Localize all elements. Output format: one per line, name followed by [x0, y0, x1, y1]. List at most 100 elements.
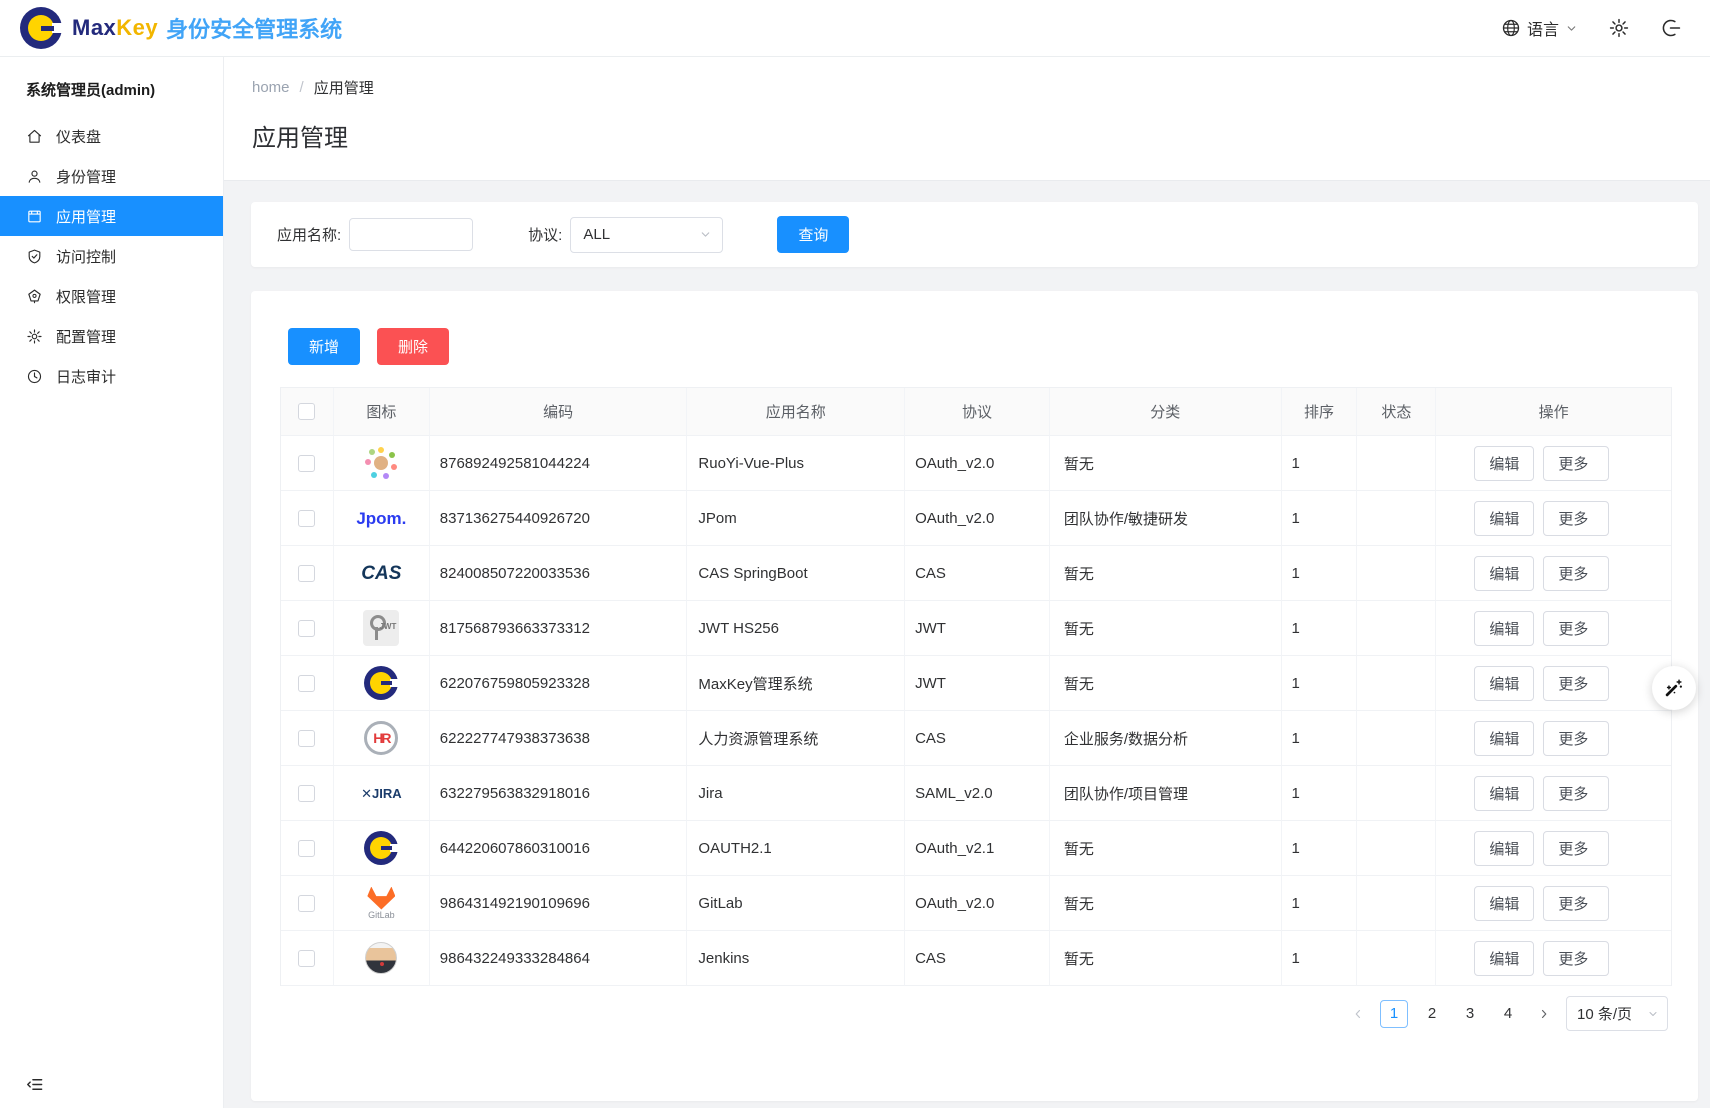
protocol-select-value: ALL	[583, 226, 610, 243]
table-row: 622076759805923328 MaxKey管理系统 JWT 暂无 1 编…	[281, 656, 1671, 711]
app-sort: 1	[1282, 491, 1358, 546]
sidebar-item-audit[interactable]: 日志审计	[0, 356, 223, 396]
page-button-2[interactable]: 2	[1418, 1000, 1446, 1028]
page-button-1[interactable]: 1	[1380, 1000, 1408, 1028]
ruoyi-logo	[363, 445, 399, 481]
breadcrumb-home[interactable]: home	[252, 79, 290, 96]
add-button[interactable]: 新增	[288, 328, 360, 365]
app-sort: 1	[1282, 876, 1358, 931]
chevron-down-icon	[699, 228, 712, 241]
table-row: HR 622227747938373638 人力资源管理系统 CAS 企业服务/…	[281, 711, 1671, 766]
row-checkbox[interactable]	[298, 510, 315, 527]
page-title: 应用管理	[252, 118, 1710, 153]
gear-icon	[26, 328, 43, 345]
more-button[interactable]: 更多	[1543, 941, 1609, 976]
next-page-button[interactable]	[1532, 1007, 1556, 1021]
sidebar-item-dashboard[interactable]: 仪表盘	[0, 116, 223, 156]
app-code: 622076759805923328	[430, 656, 688, 711]
row-checkbox[interactable]	[298, 565, 315, 582]
gear-icon[interactable]	[1608, 17, 1630, 39]
row-checkbox[interactable]	[298, 785, 315, 802]
app-name: OAUTH2.1	[687, 821, 905, 876]
app-category: 暂无	[1050, 546, 1282, 601]
app-protocol: JWT	[905, 601, 1050, 656]
shield-icon	[26, 248, 43, 265]
column-header: 应用名称	[687, 388, 905, 436]
previous-page-button[interactable]	[1346, 1007, 1370, 1021]
edit-button[interactable]: 编辑	[1474, 446, 1534, 481]
language-switcher[interactable]: 语言	[1501, 16, 1578, 40]
sidebar-item-identity[interactable]: 身份管理	[0, 156, 223, 196]
row-checkbox[interactable]	[298, 455, 315, 472]
app-sort: 1	[1282, 436, 1358, 491]
edit-button[interactable]: 编辑	[1474, 666, 1534, 701]
more-button[interactable]: 更多	[1543, 831, 1609, 866]
delete-button[interactable]: 删除	[377, 328, 449, 365]
logout-icon[interactable]	[1660, 17, 1682, 39]
app-code: 622227747938373638	[430, 711, 688, 766]
edit-button[interactable]: 编辑	[1474, 941, 1534, 976]
edit-button[interactable]: 编辑	[1474, 556, 1534, 591]
app-category: 团队协作/项目管理	[1050, 766, 1282, 821]
sidebar-item-label: 身份管理	[56, 166, 116, 187]
sidebar-item-access[interactable]: 访问控制	[0, 236, 223, 276]
app-code: 632279563832918016	[430, 766, 688, 821]
edit-button[interactable]: 编辑	[1474, 721, 1534, 756]
more-button[interactable]: 更多	[1543, 886, 1609, 921]
app-name: GitLab	[687, 876, 905, 931]
app-table-card: 新增 删除 图标编码应用名称协议分类排序状态操作 876892492581044…	[251, 291, 1698, 1101]
sidebar-item-apps[interactable]: 应用管理	[0, 196, 223, 236]
user-icon	[26, 168, 43, 185]
column-header: 操作	[1436, 388, 1671, 436]
row-checkbox[interactable]	[298, 675, 315, 692]
page-button-3[interactable]: 3	[1456, 1000, 1484, 1028]
brand-max: Max	[72, 15, 116, 40]
app-name-input[interactable]	[349, 218, 473, 251]
row-checkbox[interactable]	[298, 895, 315, 912]
app-sort: 1	[1282, 931, 1358, 986]
page-button-4[interactable]: 4	[1494, 1000, 1522, 1028]
more-button[interactable]: 更多	[1543, 666, 1609, 701]
app-name: Jira	[687, 766, 905, 821]
row-checkbox[interactable]	[298, 840, 315, 857]
app-category: 企业服务/数据分析	[1050, 711, 1282, 766]
edit-button[interactable]: 编辑	[1474, 501, 1534, 536]
app-code: 824008507220033536	[430, 546, 688, 601]
sidebar-menu: 仪表盘 身份管理 应用管理 访问控制 权限管理 配置管理 日志审计	[0, 116, 223, 396]
app-code: 644220607860310016	[430, 821, 688, 876]
jwt-logo: JWT	[363, 610, 399, 646]
gitlab-logo: GitLab	[367, 887, 395, 920]
page-numbers: 1234	[1380, 1000, 1522, 1028]
pagination: 1234 10 条/页	[1346, 996, 1668, 1031]
more-button[interactable]: 更多	[1543, 501, 1609, 536]
edit-button[interactable]: 编辑	[1474, 831, 1534, 866]
more-button[interactable]: 更多	[1543, 611, 1609, 646]
more-button[interactable]: 更多	[1543, 556, 1609, 591]
protocol-select[interactable]: ALL	[570, 217, 723, 253]
assistant-float-button[interactable]	[1652, 666, 1696, 710]
more-button[interactable]: 更多	[1543, 721, 1609, 756]
table-row: GitLab 986431492190109696 GitLab OAuth_v…	[281, 876, 1671, 931]
page-size-select[interactable]: 10 条/页	[1566, 996, 1668, 1031]
app-category: 暂无	[1050, 601, 1282, 656]
sidebar-item-permission[interactable]: 权限管理	[0, 276, 223, 316]
more-button[interactable]: 更多	[1543, 776, 1609, 811]
edit-button[interactable]: 编辑	[1474, 886, 1534, 921]
brand-name: MaxKey	[72, 15, 158, 41]
jenkins-logo	[365, 942, 397, 974]
edit-button[interactable]: 编辑	[1474, 776, 1534, 811]
sidebar-item-config[interactable]: 配置管理	[0, 316, 223, 356]
app-protocol: OAuth_v2.1	[905, 821, 1050, 876]
breadcrumb-separator: /	[300, 79, 304, 96]
app-protocol: CAS	[905, 931, 1050, 986]
more-button[interactable]: 更多	[1543, 446, 1609, 481]
row-checkbox[interactable]	[298, 730, 315, 747]
row-checkbox[interactable]	[298, 620, 315, 637]
row-checkbox[interactable]	[298, 950, 315, 967]
collapse-sidebar-icon[interactable]	[25, 1075, 44, 1094]
edit-button[interactable]: 编辑	[1474, 611, 1534, 646]
select-all-checkbox[interactable]	[298, 403, 315, 420]
app-name: Jenkins	[687, 931, 905, 986]
table-row: JWT 817568793663373312 JWT HS256 JWT 暂无 …	[281, 601, 1671, 656]
search-button[interactable]: 查询	[777, 216, 849, 253]
